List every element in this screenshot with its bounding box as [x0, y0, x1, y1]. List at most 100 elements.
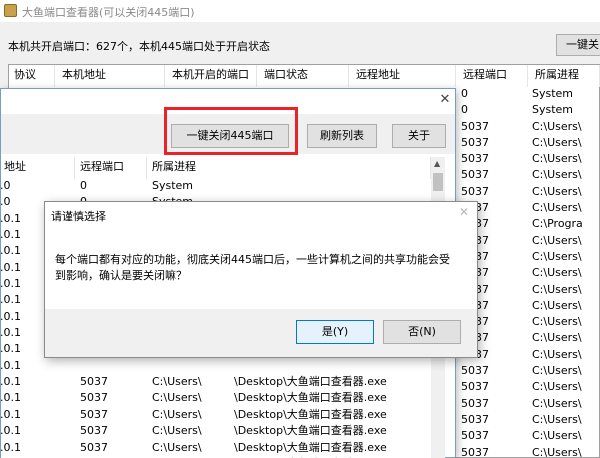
process-path-cell: \Desktop\大鱼端口查看器.exe	[234, 424, 387, 438]
address-cell: .0.1	[0, 391, 21, 405]
remote-port-cell: 0	[461, 103, 468, 117]
table-row[interactable]: .0.1 5037 C:\Users\ \Desktop\大鱼端口查看器.exe	[0, 440, 430, 456]
table-row[interactable]: 0 System	[450, 86, 600, 102]
dialog-title: 请谨慎选择	[51, 210, 106, 223]
table-row[interactable]: 5037 C:\Users\	[450, 379, 600, 395]
table-row[interactable]: 5037 C:\Users\	[450, 151, 600, 167]
remote-port-cell: 5037	[80, 407, 108, 421]
table-row[interactable]: 5037 C:\Users\	[450, 167, 600, 183]
table-row[interactable]: 5037 C:\Users\	[450, 184, 600, 200]
process-cell: C:\Progra	[532, 217, 583, 231]
remote-port-cell: 5037	[461, 119, 489, 133]
remote-port-cell: 5037	[461, 445, 489, 458]
remote-port-cell: 5037	[461, 412, 489, 426]
remote-port-cell: 5037	[461, 184, 489, 198]
remote-port-cell: 0	[461, 87, 468, 100]
process-cell: C:\Users\	[532, 201, 582, 215]
process-cell: System	[532, 87, 574, 100]
process-cell: C:\Users\	[532, 445, 582, 458]
process-path-cell: \Desktop\大鱼端口查看器.exe	[234, 407, 387, 421]
remote-port-cell: 5037	[461, 135, 489, 149]
process-cell: C:\Users\	[532, 168, 582, 182]
port-summary: 本机共开启端口：627个，本机445端口处于开启状态	[8, 40, 270, 53]
process-cell: C:\Users\	[152, 407, 202, 421]
table-row[interactable]: 5037 C:\Users\	[450, 445, 600, 458]
dialog-close-icon[interactable]: ✕	[459, 205, 469, 219]
col-remote-port[interactable]: 远程端口	[77, 157, 147, 179]
address-cell: .0.1	[0, 424, 21, 438]
col-remote-port[interactable]: 远程端口	[458, 65, 528, 87]
process-cell: C:\Users\	[532, 315, 582, 329]
no-button[interactable]: 否(N)	[383, 320, 461, 344]
process-cell: C:\Users\	[152, 391, 202, 405]
remote-port-cell: 5037	[461, 168, 489, 182]
about-button[interactable]: 关于	[392, 124, 446, 148]
address-cell: .0	[0, 195, 11, 209]
table-row[interactable]: .0.1 5037 C:\Users\ \Desktop\大鱼端口查看器.exe	[0, 407, 430, 423]
remote-port-cell: 5037	[461, 152, 489, 166]
remote-port-cell: 5037	[461, 380, 489, 394]
process-cell: C:\Users\	[152, 440, 202, 454]
col-local-port[interactable]: 本机开启的端口	[167, 65, 257, 87]
col-remote-address[interactable]: 远程地址	[351, 65, 456, 87]
remote-port-cell: 5037	[461, 364, 489, 378]
address-cell: .0.1	[0, 244, 21, 258]
close445-button-back[interactable]: 一键关	[556, 34, 600, 56]
process-cell: C:\Users\	[532, 266, 582, 280]
table-row[interactable]: .0.1 5037 C:\Users\ \Desktop\大鱼端口查看器.exe	[0, 374, 430, 390]
remote-port-cell: 5037	[461, 429, 489, 443]
remote-port-cell: 5037	[80, 424, 108, 438]
table-row[interactable]: 0 System	[450, 102, 600, 118]
table-row[interactable]: .0.1 5037 C:\Users\ \Desktop\大鱼端口查看器.exe	[0, 390, 430, 406]
table-row[interactable]: 5037 C:\Users\	[450, 412, 600, 428]
close-icon[interactable]: ✕	[438, 93, 452, 107]
remote-port-cell: 5037	[80, 440, 108, 454]
remote-port-cell: 0	[80, 179, 87, 192]
table-row[interactable]: 5037 C:\Users\	[450, 119, 600, 135]
remote-port-cell: 5037	[461, 396, 489, 410]
process-cell: C:\Users\	[532, 135, 582, 149]
address-cell: .0.1	[0, 211, 21, 225]
process-path-cell: \Desktop\大鱼端口查看器.exe	[234, 391, 387, 405]
col-process[interactable]: 所属进程	[530, 65, 600, 87]
process-path-cell: \Desktop\大鱼端口查看器.exe	[234, 375, 387, 389]
yes-button[interactable]: 是(Y)	[296, 320, 374, 344]
address-cell: .0.1	[0, 407, 21, 421]
process-cell: C:\Users\	[152, 424, 202, 438]
table-row[interactable]: 5037 C:\Users\	[450, 363, 600, 379]
table-row[interactable]: .0.1 5037 C:\Users\ \Desktop\大鱼端口查看器.exe	[0, 423, 430, 439]
address-cell: .0.1	[0, 293, 21, 307]
highlight-box	[164, 107, 298, 155]
process-cell: C:\Users\	[152, 375, 202, 389]
process-cell: C:\Users\	[532, 119, 582, 133]
process-cell: C:\Users\	[532, 412, 582, 426]
app-icon	[4, 4, 17, 17]
main-title-bar: 大鱼端口查看器(可以关闭445端口)	[0, 0, 600, 22]
process-cell: C:\Users\	[532, 184, 582, 198]
scroll-thumb[interactable]	[433, 173, 443, 191]
address-cell: .0.1	[0, 326, 21, 340]
col-protocol[interactable]: 协议	[9, 65, 55, 87]
col-address[interactable]: 地址	[1, 157, 75, 179]
address-cell: .0.1	[0, 228, 21, 242]
remote-port-cell: 5037	[80, 391, 108, 405]
table-row[interactable]: 5037 C:\Users\	[450, 428, 600, 444]
scroll-up-icon[interactable]: ▲	[434, 159, 440, 168]
col-process[interactable]: 所属进程	[149, 157, 431, 179]
refresh-button[interactable]: 刷新列表	[307, 124, 377, 148]
col-port-state[interactable]: 端口状态	[259, 65, 349, 87]
remote-port-cell: 5037	[80, 375, 108, 389]
table-row[interactable]: 5037 C:\Users\	[450, 135, 600, 151]
address-cell: .0.1	[0, 260, 21, 274]
process-cell: C:\Users\	[532, 152, 582, 166]
table-row[interactable]: .0.1	[0, 358, 430, 374]
main-window-title: 大鱼端口查看器(可以关闭445端口)	[22, 6, 195, 19]
col-local-address[interactable]: 本机地址	[57, 65, 165, 87]
table-row[interactable]: 5037 C:\Users\	[450, 396, 600, 412]
process-cell: C:\Users\	[532, 429, 582, 443]
process-cell: C:\Users\	[532, 298, 582, 312]
process-cell: C:\Users\	[532, 331, 582, 345]
table-row[interactable]: .0 0 System	[0, 178, 430, 194]
process-cell: C:\Users\	[532, 282, 582, 296]
process-cell: C:\Users\	[532, 233, 582, 247]
